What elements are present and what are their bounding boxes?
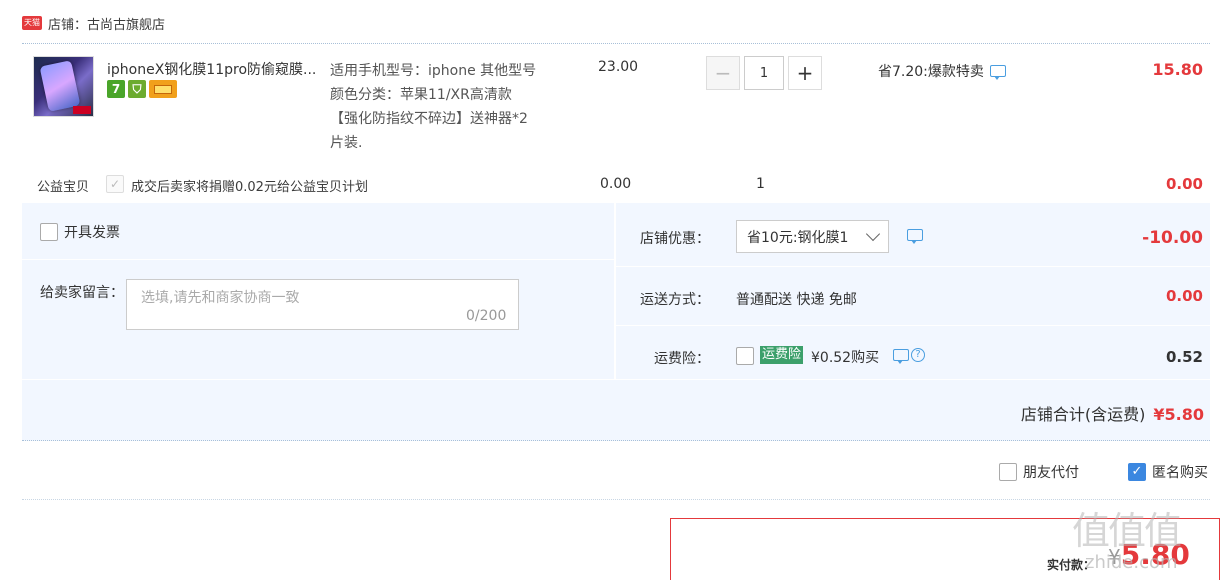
shop-total: 店铺合计(含运费) ¥5.80	[1021, 401, 1204, 425]
charity-checkbox: ✓	[106, 175, 124, 193]
charity-total: 0.00	[1165, 175, 1203, 193]
shipping-method: 普通配送 快递 免邮	[736, 292, 857, 308]
friend-pay-option[interactable]: 朋友代付	[999, 462, 1079, 482]
message-icon[interactable]	[907, 229, 923, 244]
divider	[614, 203, 616, 379]
unit-price: 23.00	[598, 59, 639, 75]
charity-quantity: 1	[756, 176, 765, 192]
anonymous-option[interactable]: ✓ 匿名购买	[1128, 462, 1208, 482]
coupon-label: 店铺优惠：	[640, 231, 710, 247]
service-icons: 7 ⛉	[107, 80, 177, 98]
insurance-badge: 运费险	[760, 346, 804, 364]
shipping-label: 运送方式：	[640, 292, 710, 308]
message-icon[interactable]	[989, 65, 1006, 80]
insurance-checkbox[interactable]	[736, 347, 754, 365]
coupon-value: -10.00	[1142, 228, 1203, 248]
insurance-icons: ?	[893, 348, 925, 364]
insurance-price: ¥0.52购买	[811, 350, 880, 366]
invoice-option[interactable]: 开具发票	[40, 222, 120, 242]
increase-button[interactable]: +	[788, 56, 822, 90]
guarantee-icon[interactable]: ⛉	[128, 80, 146, 98]
coupon-selected: 省10元:钢化膜1	[747, 229, 849, 246]
credit-card-icon[interactable]	[149, 80, 177, 98]
charity-price: 0.00	[600, 176, 632, 192]
divider	[22, 379, 1210, 380]
quantity-stepper: − +	[706, 56, 822, 90]
promo-info: 省7.20:爆款特卖	[878, 61, 1006, 81]
product-spec: 适用手机型号：iphone 其他型号 颜色分类：苹果11/XR高清款 【强化防指…	[330, 59, 545, 155]
quantity-input[interactable]	[744, 56, 784, 90]
message-placeholder: 选填,请先和商家协商一致	[141, 290, 300, 306]
charity-text: 成交后卖家将捐赠0.02元给公益宝贝计划	[131, 180, 368, 195]
invoice-label: 开具发票	[64, 225, 120, 241]
help-icon[interactable]: ?	[911, 348, 925, 362]
spec-line: 颜色分类：苹果11/XR高清款	[330, 87, 512, 103]
invoice-checkbox[interactable]	[40, 223, 58, 241]
spec-line: 片装.	[330, 135, 363, 151]
divider	[22, 499, 1210, 500]
decrease-button[interactable]: −	[706, 56, 740, 90]
anonymous-label: 匿名购买	[1152, 465, 1208, 481]
charity-label: 公益宝贝	[37, 180, 90, 195]
tmall-icon: 天猫	[22, 16, 42, 30]
spec-line: 【强化防指纹不碎边】送神器*2	[330, 111, 528, 127]
product-title-link[interactable]: iphoneX钢化膜11pro防偷窥膜...	[107, 59, 325, 79]
promo-text: 省7.20:爆款特卖	[878, 64, 984, 80]
seven-day-return-icon[interactable]: 7	[107, 80, 125, 98]
coupon-select[interactable]: 省10元:钢化膜1	[736, 220, 889, 253]
divider	[22, 259, 614, 260]
divider	[616, 266, 1210, 267]
watermark-logo: 值值值	[1072, 509, 1182, 553]
divider	[616, 325, 1210, 326]
shop-header: 天猫 店铺：古尚古旗舰店	[22, 12, 165, 34]
watermark-text: zhide.com	[1085, 552, 1178, 573]
product-thumbnail[interactable]	[33, 56, 94, 117]
shipping-value: 0.00	[1165, 287, 1203, 305]
divider	[22, 43, 1210, 44]
shop-total-label: 店铺合计(含运费)	[1020, 405, 1146, 424]
friend-pay-label: 朋友代付	[1023, 465, 1079, 481]
chevron-down-icon	[865, 226, 881, 242]
shop-name-link[interactable]: 店铺：古尚古旗舰店	[48, 14, 165, 33]
shop-total-value: ¥5.80	[1153, 405, 1204, 424]
spec-line: 适用手机型号：iphone 其他型号	[330, 63, 537, 79]
insurance-value: 0.52	[1165, 348, 1203, 366]
friend-pay-checkbox[interactable]	[999, 463, 1017, 481]
insurance-label: 运费险：	[654, 351, 710, 367]
item-total: 15.80	[1152, 60, 1203, 79]
anonymous-checkbox[interactable]: ✓	[1128, 463, 1146, 481]
message-icon[interactable]	[893, 349, 909, 364]
message-label: 给卖家留言：	[40, 285, 124, 301]
message-char-count: 0/200	[466, 308, 507, 324]
